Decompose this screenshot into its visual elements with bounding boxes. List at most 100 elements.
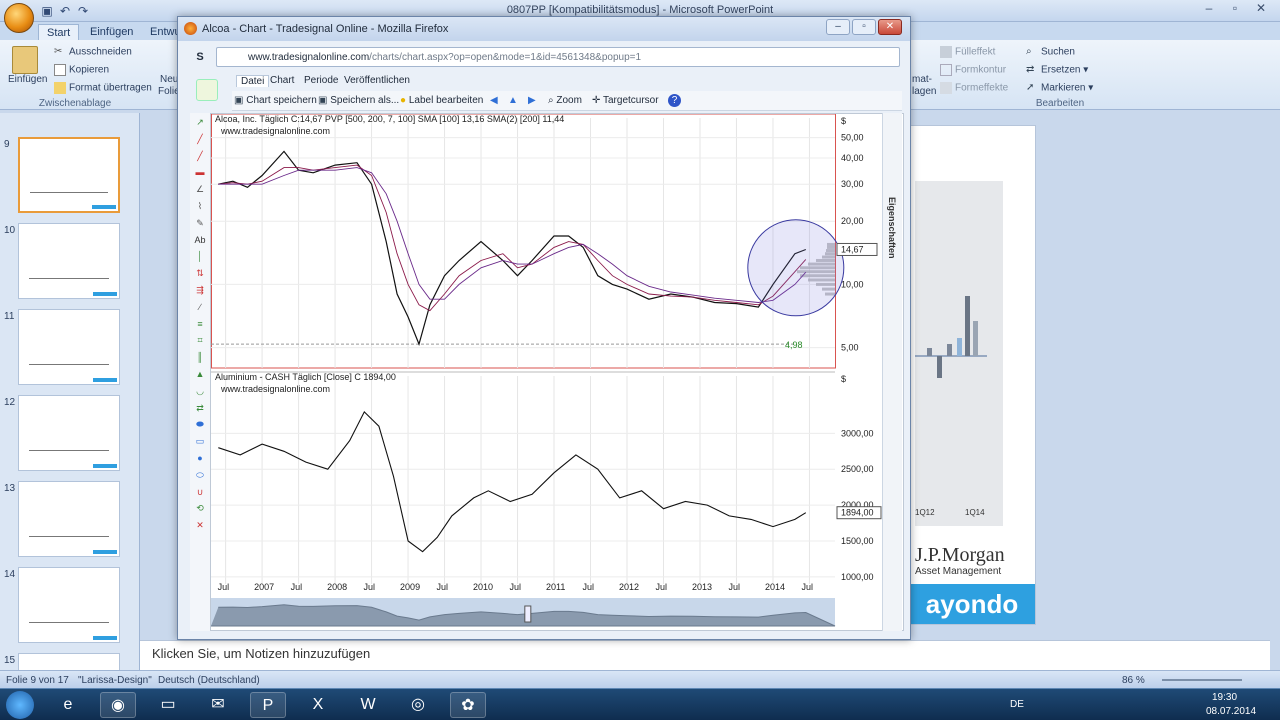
drawing-tool-icon[interactable]: ✎	[194, 218, 206, 228]
drawing-tool-icon[interactable]: ⌇	[194, 201, 206, 211]
x-tick-label: 2014	[765, 582, 785, 592]
disk-icon: ▣	[318, 95, 328, 106]
shape-outline-button[interactable]: Formkontur	[940, 64, 1006, 76]
cut-button[interactable]: ✂ Ausschneiden	[54, 46, 132, 58]
drawing-tool-icon[interactable]: ⬬	[194, 419, 206, 429]
slide-thumbnail[interactable]	[18, 223, 120, 299]
scroll-right-icon[interactable]: ▶	[528, 95, 536, 106]
minimize-button[interactable]: –	[1196, 0, 1222, 18]
help-icon[interactable]: ?	[668, 94, 681, 107]
drawing-tool-icon[interactable]: │	[194, 251, 206, 261]
drawing-tool-icon[interactable]: ⇅	[194, 268, 206, 278]
ff-minimize-button[interactable]: –	[826, 19, 850, 35]
drawing-tool-icon[interactable]: ∠	[194, 184, 206, 194]
properties-label[interactable]: Eigenschaften	[887, 197, 897, 259]
clock-time[interactable]: 19:30	[1212, 692, 1237, 703]
ie-taskbar-icon[interactable]: e	[50, 692, 86, 718]
drawing-tool-icon[interactable]: ↗	[194, 117, 206, 127]
slide-thumbnail[interactable]	[18, 309, 120, 385]
zoom-slider[interactable]	[1162, 679, 1242, 681]
zoom-level[interactable]: 86 %	[1122, 675, 1145, 686]
shape-effects-button[interactable]: Formeffekte	[940, 82, 1008, 94]
drawing-tool-icon[interactable]: ⇶	[194, 285, 206, 295]
menu-datei[interactable]: Datei	[236, 75, 270, 87]
slide-thumbnail[interactable]	[18, 137, 120, 213]
last-value-label: 1894,00	[841, 508, 874, 518]
drawing-tool-icon[interactable]: ║	[194, 352, 206, 362]
firefox-window-title: Alcoa - Chart - Tradesignal Online - Moz…	[202, 23, 449, 35]
zoom-button[interactable]: ⌕ Zoom	[548, 95, 582, 106]
menu-periode[interactable]: Periode	[304, 75, 338, 86]
close-button[interactable]: ✕	[1248, 0, 1274, 18]
drawing-tool-icon[interactable]: ▲	[194, 369, 206, 379]
tradesignal-app-icon[interactable]	[196, 79, 218, 101]
select-button[interactable]: ➚ Markieren ▾	[1026, 82, 1093, 94]
url-text[interactable]: www.tradesignalonline.com/charts/chart.a…	[248, 52, 641, 63]
word-taskbar-icon[interactable]: W	[350, 692, 386, 718]
format-painter-button[interactable]: Format übertragen	[54, 82, 152, 94]
scroll-up-icon[interactable]: ▲	[508, 95, 518, 106]
navigator-handle[interactable]	[524, 605, 532, 623]
replace-button[interactable]: ⇄ Ersetzen ▾	[1026, 64, 1088, 76]
firefox-taskbar-icon[interactable]: ◉	[100, 692, 136, 718]
drawing-tool-icon[interactable]: ◡	[194, 386, 206, 396]
properties-strip[interactable]	[882, 113, 902, 631]
site-letter-icon[interactable]: S	[192, 49, 208, 65]
language-indicator[interactable]: Deutsch (Deutschland)	[158, 675, 260, 686]
ff-close-button[interactable]: ✕	[878, 19, 902, 35]
drawing-tool-icon[interactable]: ∕	[194, 302, 206, 312]
x-tick-label: 2009	[400, 582, 420, 592]
excel-taskbar-icon[interactable]: X	[300, 692, 336, 718]
outlook-taskbar-icon[interactable]: ✉	[200, 692, 236, 718]
explorer-taskbar-icon[interactable]: ▭	[150, 692, 186, 718]
media-taskbar-icon[interactable]: ◎	[400, 692, 436, 718]
drawing-tool-icon[interactable]: ✕	[194, 520, 206, 530]
slide-thumbnail[interactable]	[18, 395, 120, 471]
drawing-tool-icon[interactable]: ▭	[194, 436, 206, 446]
clock-date[interactable]: 08.07.2014	[1206, 706, 1256, 717]
slide-bar	[973, 321, 978, 356]
paste-icon[interactable]	[12, 46, 38, 74]
copy-button[interactable]: Kopieren	[54, 64, 109, 76]
save-chart-button[interactable]: ▣ Chart speichern	[234, 95, 317, 106]
edit-label-button[interactable]: ● Label bearbeiten	[400, 95, 483, 106]
drawing-tool-icon[interactable]: ⬭	[194, 470, 206, 480]
slide-thumbnail[interactable]	[18, 567, 120, 643]
keyboard-language[interactable]: DE	[1010, 699, 1024, 710]
charts-svg[interactable]: Jul 2007 Jul 2008 Jul 2009 Jul 2010 Jul 2011 Jul 20…	[211, 113, 905, 632]
paste-button[interactable]: Einfügen	[8, 74, 47, 85]
highlight-ellipse[interactable]	[747, 219, 845, 317]
drawing-tool-icon[interactable]: ╱	[194, 134, 206, 144]
scroll-left-icon[interactable]: ◀	[490, 95, 498, 106]
start-button[interactable]	[6, 691, 34, 719]
drawing-tool-icon[interactable]: ∪	[194, 487, 206, 497]
drawing-tool-icon[interactable]: ╱	[194, 151, 206, 161]
drawing-tool-icon[interactable]: ⟲	[194, 503, 206, 513]
tab-start[interactable]: Start	[38, 24, 80, 40]
fill-effect-button[interactable]: Fülleffekt	[940, 46, 995, 58]
drawing-tool-icon[interactable]: ≡	[194, 319, 206, 329]
new-slide-label[interactable]: Neu	[160, 74, 178, 85]
drawing-tool-icon[interactable]: ⌗	[194, 335, 206, 345]
tab-einfuegen[interactable]: Einfügen	[82, 24, 141, 40]
drawing-tool-icon[interactable]: ⇄	[194, 403, 206, 413]
notes-placeholder[interactable]: Klicken Sie, um Notizen hinzuzufügen	[152, 646, 370, 661]
target-cursor-button[interactable]: ✛ Targetcursor	[592, 95, 659, 106]
undo-icon[interactable]: ↶	[58, 4, 72, 18]
app-taskbar-icon[interactable]: ✿	[450, 692, 486, 718]
office-button[interactable]	[4, 3, 34, 33]
drawing-tool-icon[interactable]: ▬	[194, 167, 206, 177]
drawing-tool-icon[interactable]: ●	[194, 453, 206, 463]
slide-canvas[interactable]: 1Q12 1Q14 J.P.Morgan Asset Management ay…	[906, 125, 1036, 625]
search-button[interactable]: ⌕ Suchen	[1026, 46, 1075, 58]
slide-thumbnail[interactable]	[18, 481, 120, 557]
maximize-button[interactable]: ▫	[1222, 0, 1248, 18]
menu-chart[interactable]: Chart	[270, 75, 294, 86]
drawing-tool-icon[interactable]: Ab	[194, 235, 206, 245]
save-icon[interactable]: ▣	[40, 4, 54, 18]
ff-maximize-button[interactable]: ▫	[852, 19, 876, 35]
powerpoint-taskbar-icon[interactable]: P	[250, 692, 286, 718]
save-as-button[interactable]: ▣ Speichern als...	[318, 95, 399, 106]
menu-veroeffentlichen[interactable]: Veröffentlichen	[344, 75, 410, 86]
redo-icon[interactable]: ↷	[76, 4, 90, 18]
